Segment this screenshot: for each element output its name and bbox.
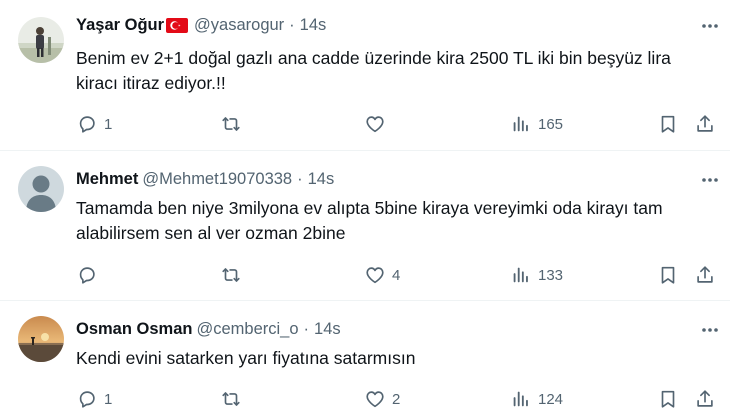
bookmark-button[interactable] [657,262,679,288]
bookmark-icon [661,115,675,133]
tweet[interactable]: Yaşar Oğur @yasarogur · 14s Benim ev 2+1… [0,0,730,150]
avatar[interactable] [18,17,64,63]
views-icon [513,267,528,283]
bookmark-icon [661,390,675,408]
tweet-text: Kendi evini satarken yarı fiyatına satar… [76,346,716,371]
share-icon [697,266,713,283]
views-icon [513,116,528,132]
tweet-header: Osman Osman @cemberci_o · 14s [76,318,341,340]
tweet-text-line: alabilirsem sen al ver ozman 2bine [76,223,346,243]
separator-dot: · [289,15,295,34]
author-handle[interactable]: @yasarogur [194,16,284,35]
reply-icon [79,116,95,133]
bookmark-icon [661,266,675,284]
author-handle[interactable]: @Mehmet19070338 [142,170,292,189]
share-button[interactable] [694,386,716,412]
reply-button[interactable] [76,262,104,288]
heart-icon [366,267,384,284]
views-count: 124 [538,390,564,408]
action-bar: 1 165 [0,111,730,137]
author-handle[interactable]: @cemberci_o [196,320,298,339]
turkey-flag-icon [166,17,189,33]
reply-icon [79,391,95,408]
retweet-button[interactable] [220,111,248,137]
tweet-text-line: Tamamda ben niye 3milyona ev alıpta 5bin… [76,198,663,218]
bookmark-button[interactable] [657,111,679,137]
author-name[interactable]: Yaşar Oğur [76,16,164,35]
retweet-icon [222,117,240,131]
tweet-text: Tamamda ben niye 3milyona ev alıpta 5bin… [76,196,716,246]
views-count: 165 [538,115,564,133]
avatar[interactable] [18,316,64,362]
like-button[interactable]: 2 [364,386,400,412]
author-name[interactable]: Osman Osman [76,320,192,339]
like-count: 4 [392,266,401,284]
like-button[interactable] [364,111,392,137]
reply-count: 1 [104,115,113,133]
timestamp[interactable]: 14s [308,170,335,189]
tweet-text-line: kiracı itiraz ediyor.!! [76,73,226,93]
retweet-button[interactable] [220,262,248,288]
heart-icon [366,116,384,133]
views-button[interactable]: 165 [510,111,563,137]
views-count: 133 [538,266,564,284]
views-button[interactable]: 133 [510,262,563,288]
share-button[interactable] [694,262,716,288]
share-button[interactable] [694,111,716,137]
tweet-text-line: Kendi evini satarken yarı fiyatına satar… [76,348,416,368]
tweet-text: Benim ev 2+1 doğal gazlı ana cadde üzeri… [76,46,716,96]
reply-icon [79,267,95,284]
action-bar: 1 2 124 [0,386,730,412]
avatar[interactable] [18,166,64,212]
reply-button[interactable]: 1 [76,111,112,137]
heart-icon [366,391,384,408]
retweet-button[interactable] [220,386,248,412]
more-icon[interactable] [700,16,720,36]
views-button[interactable]: 124 [510,386,563,412]
more-icon[interactable] [700,320,720,340]
action-bar: 4 133 [0,262,730,288]
tweet-text-line: Benim ev 2+1 doğal gazlı ana cadde üzeri… [76,48,671,68]
like-button[interactable]: 4 [364,262,400,288]
timestamp[interactable]: 14s [314,320,341,339]
reply-button[interactable]: 1 [76,386,112,412]
views-icon [513,391,528,407]
separator-dot: · [297,169,303,188]
like-count: 2 [392,390,401,408]
tweet-header: Mehmet @Mehmet19070338 · 14s [76,168,334,190]
author-name[interactable]: Mehmet [76,170,138,189]
reply-count: 1 [104,390,113,408]
retweet-icon [222,268,240,282]
timestamp[interactable]: 14s [300,16,327,35]
share-icon [697,115,713,132]
more-icon[interactable] [700,170,720,190]
share-icon [697,390,713,407]
bookmark-button[interactable] [657,386,679,412]
tweet-header: Yaşar Oğur @yasarogur · 14s [76,14,326,36]
separator-dot: · [303,319,310,338]
retweet-icon [222,392,240,406]
